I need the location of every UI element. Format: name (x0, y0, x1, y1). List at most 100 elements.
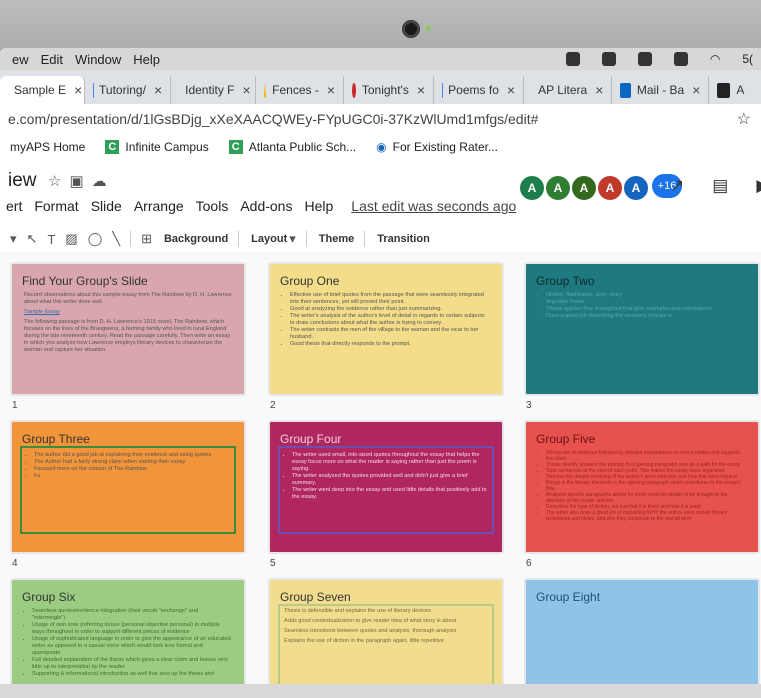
select-cursor-icon[interactable]: ↖ (27, 231, 38, 247)
close-icon[interactable]: × (692, 82, 700, 98)
slide-number: 4 (12, 558, 18, 569)
line-icon[interactable]: ╲ (112, 231, 120, 247)
slide-grid-view: Find Your Group's Slide Record observati… (0, 252, 761, 698)
toolbar-divider (364, 231, 366, 247)
close-icon[interactable]: × (327, 82, 335, 98)
close-icon[interactable]: × (242, 82, 250, 98)
avatar[interactable]: A (570, 174, 598, 202)
slide-bullet: Effective use of brief quotes from the p… (290, 292, 490, 306)
slide-text-frame: The writer used small, into-sized quotes… (278, 446, 494, 534)
bookmark-myaps-home[interactable]: myAPS Home (10, 140, 85, 154)
bookmark-atlanta-public-schools[interactable]: C Atlanta Public Sch... (228, 140, 356, 154)
tray-sync-icon[interactable] (601, 52, 616, 66)
tab-overflow[interactable]: A (709, 76, 761, 104)
address-bar[interactable]: e.com/presentation/d/1lGsBDjg_xXeXAACQWE… (0, 104, 761, 135)
avatar[interactable]: A (622, 174, 650, 202)
bookmark-existing-rater[interactable]: ◉ For Existing Rater... (376, 140, 498, 154)
chevron-down-icon[interactable]: ▾ (10, 231, 17, 247)
slide-thumbnail[interactable]: Group Seven Thesis is defensible and exp… (268, 578, 504, 698)
star-icon[interactable]: ☆ (48, 173, 69, 190)
avatar[interactable]: A (544, 174, 572, 202)
menu-tools[interactable]: Tools (196, 198, 229, 214)
battery-label: 5( (742, 52, 753, 66)
menu-format[interactable]: Format (34, 198, 78, 214)
slide-text-frame: The author did a good job at explaining … (20, 446, 236, 534)
layout-button[interactable]: Layout (251, 233, 287, 245)
slide-title: Group Eight (536, 590, 601, 604)
cloud-status-icon[interactable]: ☁ (92, 173, 115, 190)
bookmark-infinite-campus[interactable]: C Infinite Campus (105, 140, 209, 154)
transition-button[interactable]: Transition (377, 233, 430, 245)
slide-bullet: Diction, flashbacks, tone, story (546, 292, 746, 299)
tab-poems[interactable]: Poems fo × (434, 76, 525, 104)
background-button[interactable]: Background (164, 233, 228, 245)
slide-bullet: The writer also does a great job of expl… (546, 510, 746, 522)
image-icon[interactable]: ▨ (65, 231, 77, 247)
slide-title: Group Four (280, 432, 342, 446)
menu-arrange[interactable]: Arrange (134, 198, 184, 214)
menu-insert[interactable]: ert (6, 198, 22, 214)
close-icon[interactable]: × (154, 82, 162, 98)
tab-identity[interactable]: Identity F × (171, 76, 256, 104)
slide-thumbnail[interactable]: Group Six Seamless quotes/evidence integ… (10, 578, 246, 698)
menu-item-help[interactable]: Help (133, 52, 160, 67)
present-icon[interactable]: ▶ (756, 176, 761, 196)
tab-mail[interactable]: Mail - Ba × (612, 76, 710, 104)
title-icon-group: ☆▣☁ (48, 172, 115, 190)
tray-app-icon[interactable] (565, 52, 580, 66)
tab-sample-essay[interactable]: Sample E × (0, 76, 85, 104)
document-title[interactable]: iew (8, 170, 37, 192)
close-icon[interactable]: × (507, 82, 515, 98)
tray-mail-icon[interactable] (637, 52, 652, 66)
slide-number: 2 (270, 400, 276, 411)
url-text[interactable]: e.com/presentation/d/1lGsBDjg_xXeXAACQWE… (8, 111, 538, 127)
chevron-down-icon[interactable]: ▾ (289, 231, 296, 247)
slide-thumbnail[interactable]: Find Your Group's Slide Record observati… (10, 262, 246, 396)
menu-item-edit[interactable]: Edit (41, 52, 63, 67)
tab-tonights[interactable]: Tonight's × (344, 76, 435, 104)
menu-help[interactable]: Help (304, 198, 333, 214)
slide-body: Seamless quotes/evidence integration (th… (24, 608, 232, 678)
slides-toolbar: ▾ ↖ T ▨ ◯ ╲ ⊞ Background Layout ▾ Theme … (0, 226, 761, 253)
bookmark-label: myAPS Home (10, 140, 86, 154)
bookmark-star-icon[interactable]: ☆ (737, 109, 751, 129)
menu-item-window[interactable]: Window (75, 52, 121, 67)
tray-photo-icon[interactable] (673, 52, 688, 66)
tab-fences[interactable]: Fences - × (256, 76, 345, 104)
collaborator-avatars: A A A A A +16 (518, 174, 682, 202)
slide-body: The author did a good job at explaining … (26, 452, 234, 480)
close-icon[interactable]: × (417, 82, 425, 98)
text-box-icon[interactable]: T (47, 232, 55, 247)
slide-bullet: The writer contrasts the men of the vill… (290, 327, 490, 341)
slide-number: 6 (526, 558, 532, 569)
close-icon[interactable]: × (595, 82, 603, 98)
camera-led-icon (426, 26, 431, 31)
tab-tutoring[interactable]: Tutoring/ × (85, 76, 172, 104)
activity-trend-icon[interactable]: ↗ (670, 176, 684, 196)
move-folder-icon[interactable]: ▣ (69, 173, 91, 190)
menu-slide[interactable]: Slide (91, 198, 122, 214)
shape-icon[interactable]: ◯ (88, 231, 103, 247)
slide-bullet: Usage of sophisticated language in order… (32, 636, 232, 657)
slide-thumbnail[interactable]: Group One Effective use of brief quotes … (268, 262, 504, 396)
slide-thumbnail[interactable]: Group Four The writer used small, into-s… (268, 420, 504, 554)
slide-thumbnail[interactable]: Group Two Diction, flashbacks, tone, sto… (524, 262, 760, 396)
slide-bullet: The Author had a fairly strong claim whe… (34, 459, 234, 466)
slide-thumbnail[interactable]: Group Eight (524, 578, 760, 698)
comments-icon[interactable]: ▤ (712, 176, 728, 196)
sample-essay-link[interactable]: Sample Essay (24, 309, 232, 316)
avatar[interactable]: A (518, 174, 546, 202)
avatar[interactable]: A (596, 174, 624, 202)
menu-item-view[interactable]: ew (12, 52, 29, 67)
theme-button[interactable]: Theme (319, 233, 354, 245)
menu-addons[interactable]: Add-ons (240, 198, 292, 214)
tab-ap-literature[interactable]: AP Litera × (524, 76, 613, 104)
slide-number: 5 (270, 558, 276, 569)
slide-thumbnail[interactable]: Group Three The author did a good job at… (10, 420, 246, 554)
slide-body: Diction, flashbacks, tone, story Arguabl… (538, 292, 746, 320)
add-comment-icon[interactable]: ⊞ (141, 231, 152, 247)
last-edit-link[interactable]: Last edit was seconds ago (351, 198, 516, 214)
close-icon[interactable]: × (74, 82, 82, 98)
wifi-icon[interactable]: ◠ (710, 52, 720, 66)
slide-thumbnail[interactable]: Group Five Strong use of evidence follow… (524, 420, 760, 554)
